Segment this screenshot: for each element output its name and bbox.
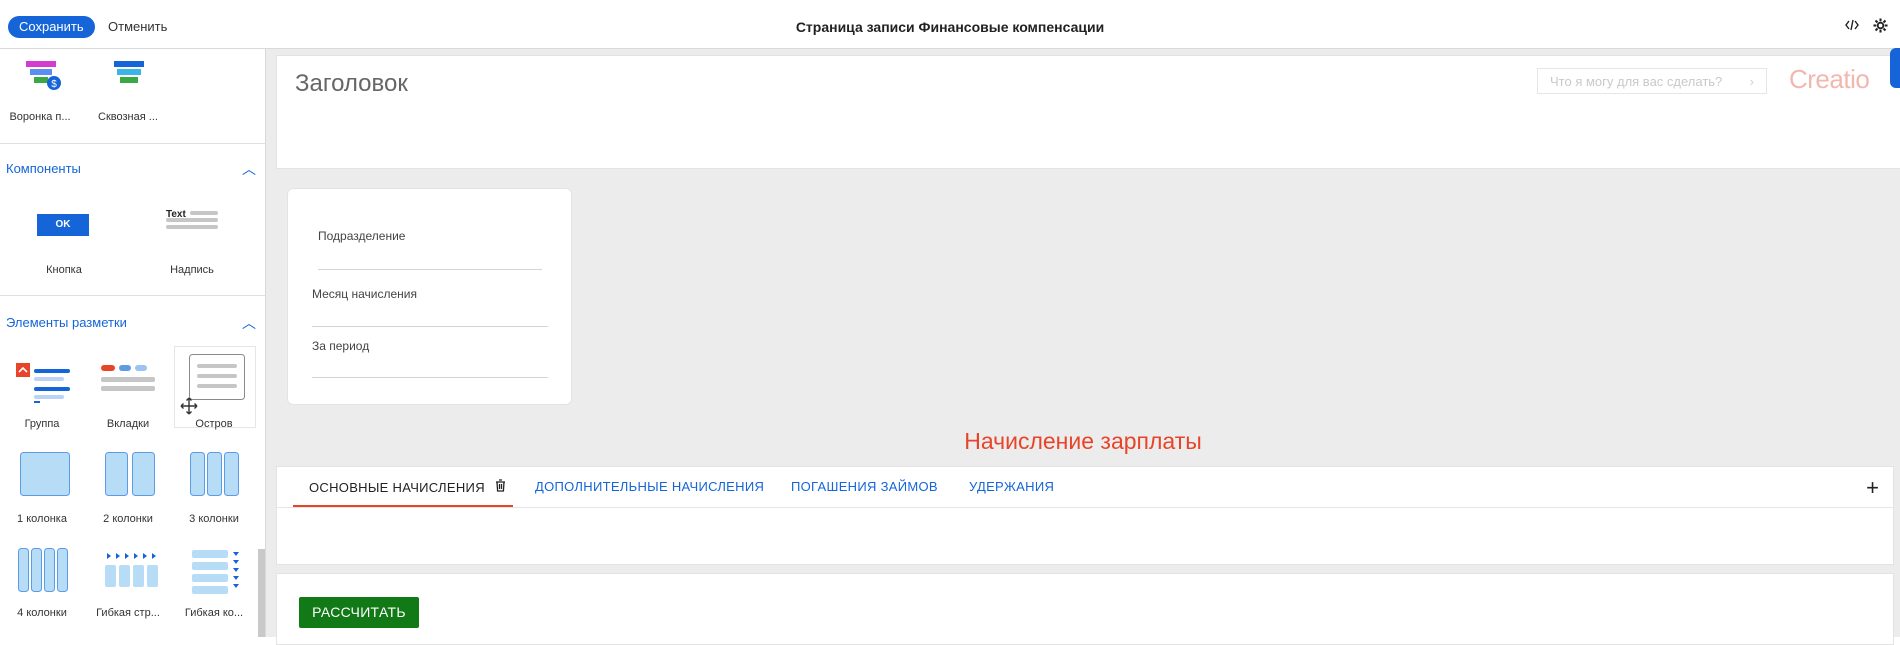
trash-icon[interactable] [495, 479, 506, 495]
section-title: Элементы разметки [6, 315, 127, 330]
component-label: Кнопка [46, 264, 82, 276]
fields-island: Подразделение Месяц начисления За период [287, 188, 572, 405]
tab-basic-accruals[interactable]: ОСНОВНЫЕ НАЧИСЛЕНИЯ [309, 479, 506, 495]
tab-additional-accruals[interactable]: ДОПОЛНИТЕЛЬНЫЕ НАЧИСЛЕНИЯ [535, 479, 764, 494]
flex-row-icon[interactable] [105, 551, 159, 596]
one-column-icon[interactable] [20, 452, 70, 501]
layout-section-header[interactable]: Элементы разметки ︿ [6, 313, 256, 333]
actions-container: РАССЧИТАТЬ [276, 573, 1894, 645]
month-label: Месяц начисления [312, 287, 418, 301]
sidebar-scrollbar[interactable] [258, 549, 265, 637]
components-section-header[interactable]: Компоненты ︿ [6, 159, 256, 179]
layout-label: Вкладки [106, 418, 150, 430]
department-label: Подразделение [318, 229, 406, 243]
chevron-right-icon[interactable]: › [1750, 69, 1754, 95]
tab-deductions[interactable]: УДЕРЖАНИЯ [969, 479, 1054, 494]
funnel-label: Воронка п... [9, 111, 71, 123]
chevron-up-icon[interactable]: ︿ [242, 313, 256, 333]
layout-label: Группа [24, 418, 60, 430]
add-tab-button[interactable]: + [1866, 475, 1879, 501]
header-title: Заголовок [295, 70, 408, 97]
department-field[interactable] [318, 269, 542, 270]
group-icon[interactable] [16, 363, 72, 408]
period-field[interactable] [312, 377, 548, 378]
funnel-money-icon[interactable]: $ [24, 59, 64, 98]
code-icon[interactable] [1845, 18, 1859, 36]
elements-sidebar: $ Воронка п... Сквозная ... Компоненты ︿… [0, 49, 266, 637]
command-search-input[interactable]: Что я могу для вас сделать? › [1537, 68, 1767, 94]
gear-icon[interactable] [1873, 18, 1888, 37]
month-field[interactable] [312, 326, 548, 327]
tab-loan-repayments[interactable]: ПОГАШЕНИЯ ЗАЙМОВ [791, 479, 938, 494]
button-icon[interactable]: OK [37, 214, 89, 236]
page-title: Страница записи Финансовые компенсации [795, 19, 1105, 35]
funnel-icon[interactable] [112, 59, 146, 94]
move-cursor-icon [180, 397, 198, 420]
tabs-divider [277, 507, 1893, 508]
calculate-button[interactable]: РАССЧИТАТЬ [299, 597, 419, 628]
component-label: Надпись [170, 264, 214, 276]
search-placeholder: Что я могу для вас сделать? [1550, 74, 1723, 89]
period-label: За период [312, 339, 370, 353]
chevron-up-icon[interactable]: ︿ [242, 159, 256, 179]
four-columns-icon[interactable] [18, 548, 70, 597]
layout-label: 2 колонки [103, 513, 153, 525]
header-container: Заголовок Что я могу для вас сделать? › … [276, 55, 1900, 169]
flex-column-icon[interactable] [192, 550, 242, 599]
top-toolbar: Сохранить Отменить Страница записи Финан… [0, 8, 1900, 49]
label-icon[interactable]: Text [166, 209, 220, 230]
layout-label: Гибкая стр... [96, 607, 160, 619]
layout-label: 3 колонки [189, 513, 239, 525]
salary-tabs: ОСНОВНЫЕ НАЧИСЛЕНИЯ ДОПОЛНИТЕЛЬНЫЕ НАЧИС… [276, 466, 1894, 565]
layout-label: 4 колонки [17, 607, 67, 619]
section-title: Компоненты [6, 161, 81, 176]
button-icon-badge: OK [37, 214, 89, 236]
creatio-logo: Creatio [1789, 64, 1870, 94]
side-panel-toggle[interactable] [1890, 48, 1900, 88]
layout-label: 1 колонка [17, 513, 67, 525]
three-columns-icon[interactable] [190, 452, 240, 501]
tabs-icon[interactable] [101, 365, 157, 400]
two-columns-icon[interactable] [105, 452, 155, 501]
layout-label: Остров [195, 418, 233, 430]
layout-label: Гибкая ко... [184, 607, 244, 619]
salary-section-title: Начисление зарплаты [964, 428, 1202, 454]
funnel-label: Сквозная ... [98, 111, 158, 123]
tab-label: ОСНОВНЫЕ НАЧИСЛЕНИЯ [309, 480, 485, 495]
svg-text:$: $ [51, 79, 57, 90]
